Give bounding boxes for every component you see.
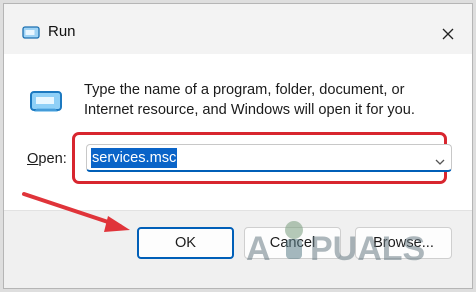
run-dialog-icon bbox=[28, 86, 64, 116]
dialog-content: Type the name of a program, folder, docu… bbox=[4, 54, 472, 210]
red-arrow-annotation bbox=[22, 192, 130, 232]
open-label: Open: bbox=[27, 151, 67, 167]
dialog-description: Type the name of a program, folder, docu… bbox=[84, 82, 415, 118]
svg-text:PUALS: PUALS bbox=[310, 230, 425, 268]
open-label-rest: pen: bbox=[38, 151, 67, 167]
close-icon bbox=[442, 28, 454, 40]
svg-text:A: A bbox=[246, 230, 271, 268]
close-button[interactable] bbox=[431, 19, 465, 49]
open-label-accesskey: O bbox=[27, 151, 39, 167]
run-app-icon bbox=[22, 25, 40, 40]
open-combobox[interactable]: services.msc bbox=[86, 144, 452, 172]
open-input-value[interactable]: services.msc bbox=[91, 148, 178, 168]
ok-button[interactable]: OK bbox=[137, 227, 234, 259]
appuals-watermark: A PUALS bbox=[246, 221, 425, 268]
window-title: Run bbox=[48, 23, 76, 40]
chevron-down-icon[interactable] bbox=[435, 153, 445, 165]
title-bar: Run bbox=[4, 4, 472, 54]
